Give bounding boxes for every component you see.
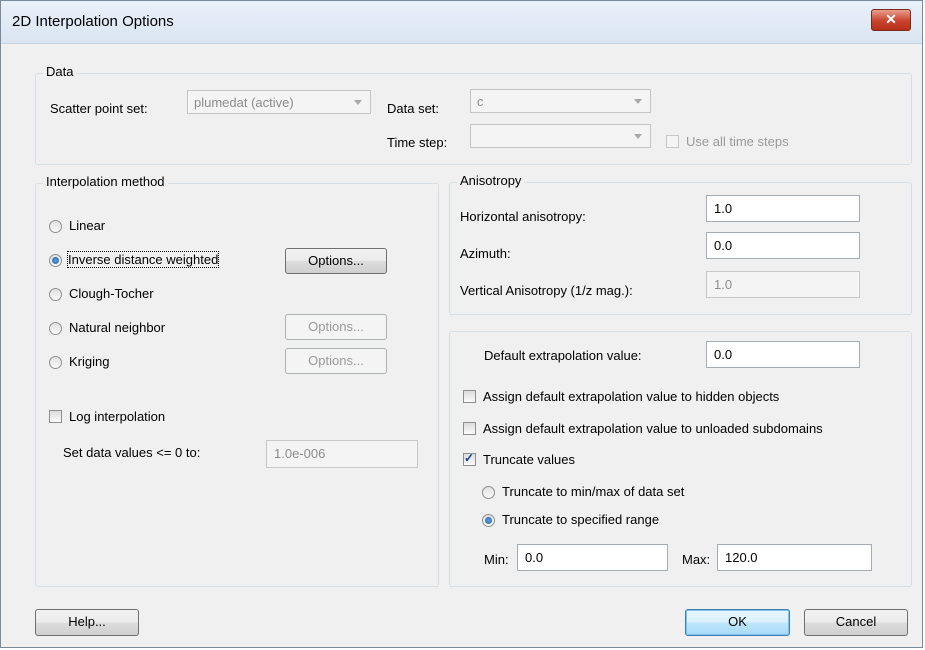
azimuth-value: 0.0 — [714, 238, 733, 253]
inverse-distance-weighted-radio[interactable] — [49, 254, 62, 267]
vertical-anisotropy-field[interactable]: 1.0 — [706, 271, 860, 298]
ok-button[interactable]: OK — [685, 609, 790, 636]
chevron-down-icon — [634, 99, 642, 104]
default-extrapolation-label: Default extrapolation value: — [484, 348, 642, 363]
vertical-anisotropy-value: 1.0 — [714, 277, 733, 292]
truncate-minmax-radio[interactable] — [482, 486, 495, 499]
kriging-radio[interactable] — [49, 356, 62, 369]
kriging-options-label: Options... — [308, 353, 364, 368]
set-data-values-value: 1.0e-006 — [274, 446, 326, 461]
interpolation-method-group — [35, 183, 439, 587]
linear-label: Linear — [69, 218, 106, 233]
azimuth-field[interactable]: 0.0 — [706, 232, 860, 259]
min-value: 0.0 — [525, 550, 544, 565]
data-group — [35, 73, 912, 165]
set-data-values-label: Set data values <= 0 to: — [63, 445, 201, 460]
dataset-label: Data set: — [387, 101, 440, 116]
dataset-dropdown[interactable]: c — [470, 89, 651, 113]
kriging-label: Kriging — [69, 354, 110, 369]
truncate-minmax-label: Truncate to min/max of data set — [502, 484, 685, 499]
natural-neighbor-label: Natural neighbor — [69, 320, 166, 335]
use-all-time-steps-label: Use all time steps — [686, 134, 789, 149]
close-icon: ✕ — [885, 11, 897, 27]
cancel-label: Cancel — [835, 614, 877, 629]
assign-hidden-label: Assign default extrapolation value to hi… — [483, 389, 780, 404]
linear-radio[interactable] — [49, 220, 62, 233]
assign-unloaded-label: Assign default extrapolation value to un… — [483, 421, 823, 436]
vertical-anisotropy-label: Vertical Anisotropy (1/z mag.): — [460, 283, 633, 298]
azimuth-label: Azimuth: — [460, 246, 511, 261]
inverse-distance-weighted-label: Inverse distance weighted — [66, 251, 220, 268]
interpolation-method-label: Interpolation method — [43, 174, 168, 189]
truncate-values-label: Truncate values — [483, 452, 576, 467]
truncate-range-label: Truncate to specified range — [502, 512, 660, 527]
max-label: Max: — [682, 552, 711, 567]
time-step-label: Time step: — [387, 135, 448, 150]
ok-label: OK — [728, 614, 747, 629]
idw-options-button[interactable]: Options... — [285, 248, 387, 274]
natural-neighbor-options-label: Options... — [308, 319, 364, 334]
scatter-point-set-value: plumedat (active) — [194, 95, 294, 110]
window-title: 2D Interpolation Options — [12, 13, 174, 30]
truncate-values-checkbox[interactable] — [463, 451, 476, 466]
horizontal-anisotropy-field[interactable]: 1.0 — [706, 195, 860, 222]
help-button[interactable]: Help... — [35, 609, 139, 636]
interpolation-dialog: 2D Interpolation Options ✕ Data Scatter … — [0, 0, 923, 648]
chevron-down-icon — [634, 134, 642, 139]
assign-hidden-checkbox[interactable] — [463, 390, 476, 403]
truncate-range-radio[interactable] — [482, 514, 495, 527]
max-value: 120.0 — [725, 550, 758, 565]
scatter-point-set-dropdown[interactable]: plumedat (active) — [187, 90, 371, 114]
cancel-button[interactable]: Cancel — [804, 609, 908, 636]
help-label: Help... — [68, 614, 106, 629]
chevron-down-icon — [354, 100, 362, 105]
anisotropy-label: Anisotropy — [457, 173, 525, 188]
horizontal-anisotropy-value: 1.0 — [714, 201, 733, 216]
time-step-dropdown[interactable] — [470, 124, 651, 148]
log-interpolation-label: Log interpolation — [69, 409, 166, 424]
min-field[interactable]: 0.0 — [517, 544, 668, 571]
close-button[interactable]: ✕ — [871, 9, 911, 31]
default-extrapolation-value: 0.0 — [714, 347, 733, 362]
clough-tocher-radio[interactable] — [49, 288, 62, 301]
log-interpolation-checkbox[interactable] — [49, 410, 62, 423]
assign-unloaded-checkbox[interactable] — [463, 422, 476, 435]
kriging-options-button[interactable]: Options... — [285, 348, 387, 374]
natural-neighbor-options-button[interactable]: Options... — [285, 314, 387, 340]
scatter-point-set-label: Scatter point set: — [50, 101, 148, 116]
dataset-value: c — [477, 94, 484, 109]
natural-neighbor-radio[interactable] — [49, 322, 62, 335]
horizontal-anisotropy-label: Horizontal anisotropy: — [460, 209, 586, 224]
default-extrapolation-field[interactable]: 0.0 — [706, 341, 860, 368]
idw-options-label: Options... — [308, 253, 364, 268]
use-all-time-steps-checkbox[interactable] — [666, 135, 679, 148]
set-data-values-field[interactable]: 1.0e-006 — [266, 440, 418, 468]
data-group-label: Data — [43, 64, 77, 79]
max-field[interactable]: 120.0 — [717, 544, 872, 571]
clough-tocher-label: Clough-Tocher — [69, 286, 154, 301]
min-label: Min: — [484, 552, 509, 567]
title-bar: 2D Interpolation Options ✕ — [1, 1, 922, 44]
